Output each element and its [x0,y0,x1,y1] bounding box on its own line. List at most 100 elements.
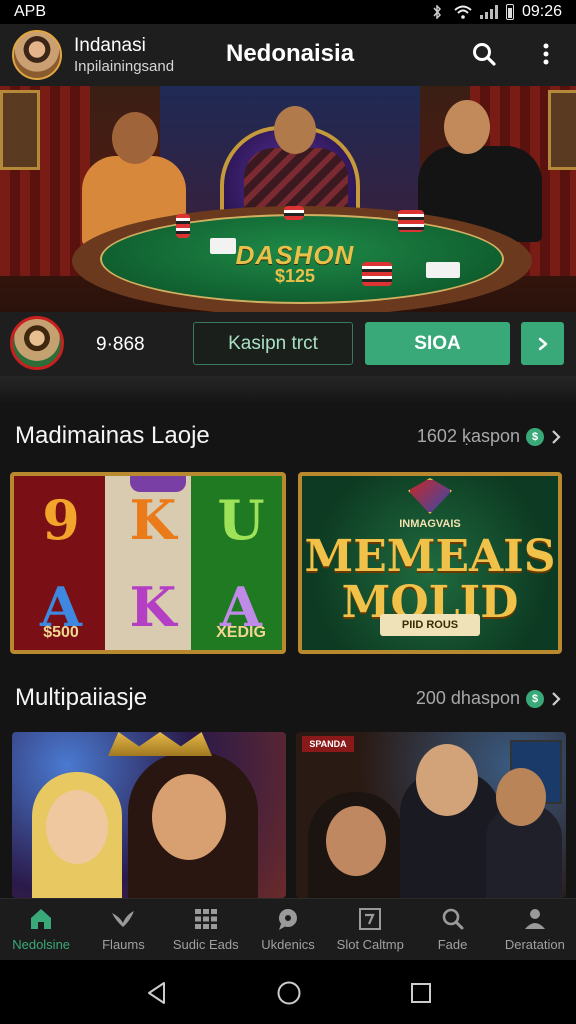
chat-icon [275,907,301,931]
featured-game-tile[interactable]: INMAGVAIS MEMEAIS MOLID PIID ROUS [298,472,562,654]
recents-icon[interactable] [408,980,434,1006]
search-icon [473,43,496,66]
next-button[interactable] [521,322,564,365]
man-right-face [496,768,546,826]
primary-action-button[interactable]: SIOA [365,322,510,365]
group-photo-tile[interactable]: SPANDA [296,732,566,898]
chip-stack [398,210,424,232]
chevron-right-icon [552,691,561,706]
balance-value: 9·868 [96,334,145,355]
user-subtitle: Inpilainingsand [74,58,175,75]
chevron-right-icon [538,337,547,350]
woman-right-face [152,774,226,860]
section-count-1: 1602 ḳaspon [416,426,520,446]
home-circle-icon[interactable] [276,980,302,1006]
nav-label: Sudic Eads [172,937,239,952]
home-icon [28,907,54,931]
player-avatar[interactable] [10,316,64,370]
person-icon [522,907,548,931]
bird-icon [110,907,136,931]
wall-frame-left [0,90,40,170]
sign-board: SPANDA [302,736,354,752]
reel-payout: XEDIG [216,624,266,641]
game-title-line1: MEMEAIS [304,531,556,582]
nav-flaums[interactable]: Flaums [82,899,164,960]
user-block[interactable]: Indanasi Inpilainingsand [74,35,214,75]
nav-label: Deratation [504,937,565,952]
chip-stack [362,262,392,286]
nav-label: Flaums [102,937,145,952]
grid-icon [193,907,219,931]
game-subtitle: PIID ROUS [380,614,480,636]
reel-symbol: 9 [42,487,80,552]
secondary-action-button[interactable]: Kasipn trct [193,322,353,365]
search-button[interactable] [466,36,502,72]
nav-label: Fade [437,937,468,952]
wifi-icon [454,5,472,19]
nav-ukdenics[interactable]: Ukdenics [247,899,329,960]
more-vert-icon [543,43,549,65]
bluetooth-icon [433,5,441,19]
hero-banner[interactable]: DASHON $125 [0,86,576,312]
reel-symbol: K [129,487,177,552]
chevron-right-icon [552,429,561,444]
slot-icon [357,907,383,931]
status-icons: 09:26 [428,3,562,21]
reel-1: 9 A $500 [16,476,106,650]
nav-home[interactable]: Nedolsine [0,899,82,960]
search-icon [440,907,466,931]
man-center-face [416,744,478,816]
game-title: MEMEAIS MOLID [302,531,558,626]
bottom-navigation: Nedolsine Flaums Sudic Eads Ukdenics Slo… [0,898,576,960]
reel-symbol: K [129,574,177,639]
profile-avatar[interactable] [12,30,62,80]
chip-stack [176,214,190,238]
reel-2: K K [108,476,198,650]
coin-icon: $ [526,689,544,708]
crown-icon [108,732,212,756]
chip-stack [284,206,304,220]
clock: 09:26 [521,3,562,20]
section-title-2: Multipaiiasje [15,684,148,711]
user-name: Indanasi [74,35,146,56]
nav-label: Slot Caltmp [336,937,404,952]
playing-card [210,238,236,254]
section-count-2: 200 dhaspon [415,688,520,708]
nav-deratation[interactable]: Deratation [494,899,576,960]
nav-label: Ukdenics [261,937,315,952]
game-kicker: INMAGVAIS [399,518,461,530]
action-bar: 9·868 Kasipn trct SIOA [0,312,576,376]
back-icon[interactable] [144,980,170,1006]
player-left-head [112,112,158,164]
section-divider [0,376,576,402]
slot-game-tile[interactable]: 9 A $500 K K U A XEDIG [10,472,286,654]
wall-frame-right [548,90,576,170]
reel-3: U A XEDIG [196,476,282,650]
section-title-1: Madimainas Laoje [15,422,210,449]
more-options-button[interactable] [528,36,564,72]
reel-payout: $500 [43,624,79,641]
section-meta-1[interactable]: 1602 ḳaspon $ [417,426,562,447]
playing-card [426,262,460,278]
section-meta-2[interactable]: 200 dhaspon $ [416,688,562,709]
two-women-photo-tile[interactable] [12,732,286,898]
table-number: $125 [274,266,316,286]
woman-face [326,806,386,876]
nav-sudic-eads[interactable]: Sudic Eads [165,899,247,960]
woman-left-face [46,790,108,864]
battery-icon [505,4,514,20]
nav-label: Nedolsine [12,937,71,952]
system-navigation-bar [0,960,576,1024]
player-center-head [274,106,316,154]
nav-slot-caltmp[interactable]: Slot Caltmp [329,899,411,960]
app-title: Nedonaisia [226,40,355,67]
app-header: Indanasi Inpilainingsand Nedonaisia [0,24,576,86]
gem-emblem [408,478,452,514]
carrier-label: APB [14,3,47,20]
nav-fade[interactable]: Fade [411,899,493,960]
status-bar: APB 09:26 [0,0,576,24]
player-right-head [444,100,490,154]
signal-icon [479,5,498,19]
reel-symbol: U [217,487,265,552]
coin-icon: $ [526,427,544,446]
